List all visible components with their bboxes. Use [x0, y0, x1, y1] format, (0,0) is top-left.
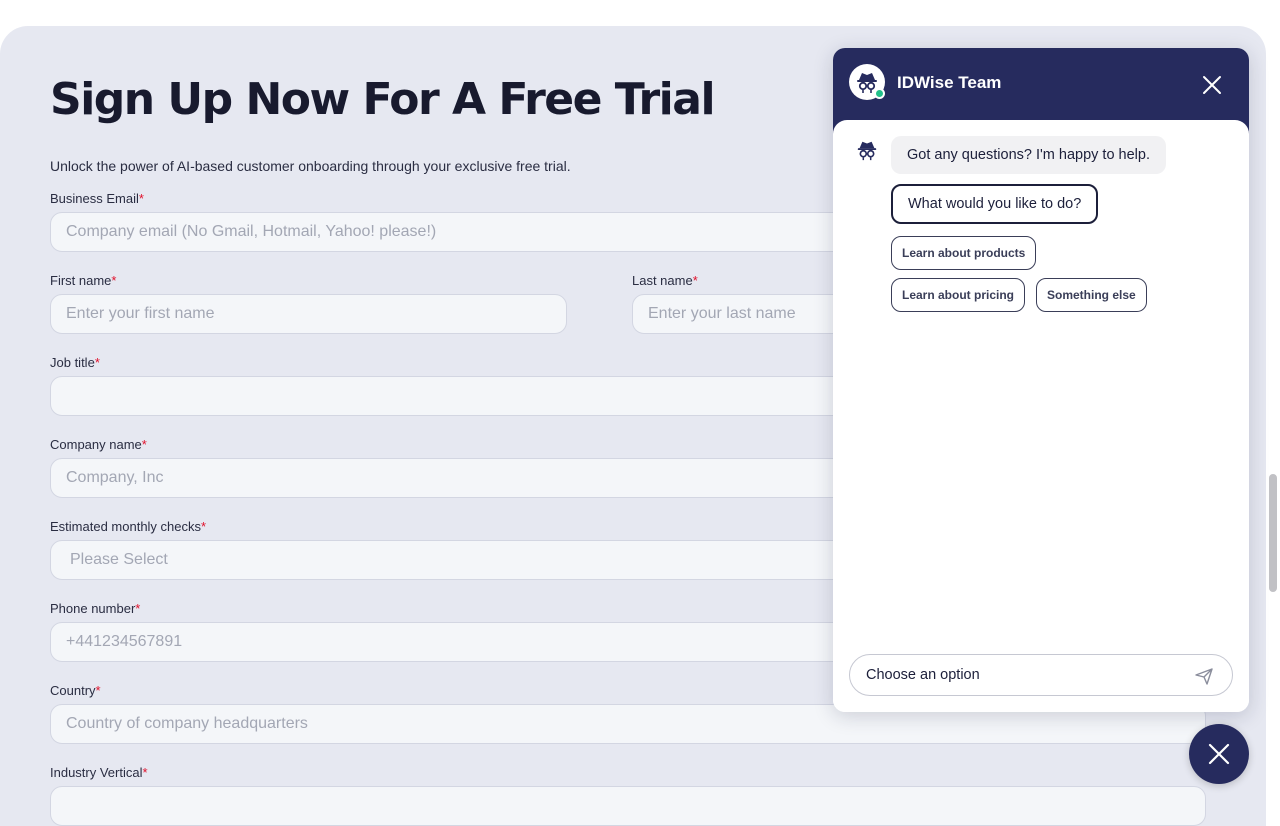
last-name-label: Last name* — [632, 273, 698, 288]
required-mark: * — [111, 273, 117, 288]
first-name-input[interactable] — [50, 294, 567, 334]
required-mark: * — [141, 437, 147, 452]
required-mark: * — [692, 273, 698, 288]
business-email-label: Business Email* — [50, 191, 144, 206]
page-title: Sign Up Now For A Free Trial — [50, 74, 716, 125]
industry-vertical-label: Industry Vertical* — [50, 765, 148, 780]
required-mark: * — [201, 519, 207, 534]
company-name-label: Company name* — [50, 437, 147, 452]
monthly-checks-label: Estimated monthly checks* — [50, 519, 207, 534]
monthly-checks-selected: Please Select — [70, 551, 168, 568]
chat-close-button[interactable] — [1199, 72, 1225, 98]
option-learn-products-button[interactable]: Learn about products — [891, 236, 1037, 270]
job-title-label: Job title* — [50, 355, 100, 370]
phone-number-label: Phone number* — [50, 601, 141, 616]
option-something-else-button[interactable]: Something else — [1036, 278, 1147, 312]
page-subtitle: Unlock the power of AI-based customer on… — [50, 158, 571, 174]
online-status-dot — [874, 88, 885, 99]
required-mark: * — [142, 765, 148, 780]
chat-launcher-button[interactable] — [1189, 724, 1249, 784]
required-mark: * — [94, 355, 100, 370]
country-label: Country* — [50, 683, 101, 698]
page-scrollbar-thumb[interactable] — [1269, 474, 1277, 592]
required-mark: * — [138, 191, 144, 206]
option-learn-pricing-button[interactable]: Learn about pricing — [891, 278, 1026, 312]
page-scrollbar-track[interactable] — [1266, 0, 1280, 800]
industry-vertical-select[interactable] — [50, 786, 1206, 826]
bot-detective-icon — [857, 141, 877, 161]
chat-message: What would you like to do? — [891, 184, 1099, 224]
chat-title: IDWise Team — [897, 73, 1002, 92]
required-mark: * — [135, 601, 141, 616]
close-icon — [1203, 76, 1221, 94]
required-mark: * — [95, 683, 101, 698]
chat-input[interactable]: Choose an option — [849, 654, 1233, 696]
chat-widget: IDWise Team Got any questions? I'm happy… — [833, 48, 1249, 712]
send-icon[interactable] — [1194, 666, 1214, 686]
chat-message: Got any questions? I'm happy to help. — [891, 136, 1166, 174]
chat-input-placeholder: Choose an option — [866, 667, 980, 683]
close-icon — [1208, 743, 1230, 765]
chat-body: Got any questions? I'm happy to help. Wh… — [833, 120, 1249, 712]
first-name-label: First name* — [50, 273, 117, 288]
